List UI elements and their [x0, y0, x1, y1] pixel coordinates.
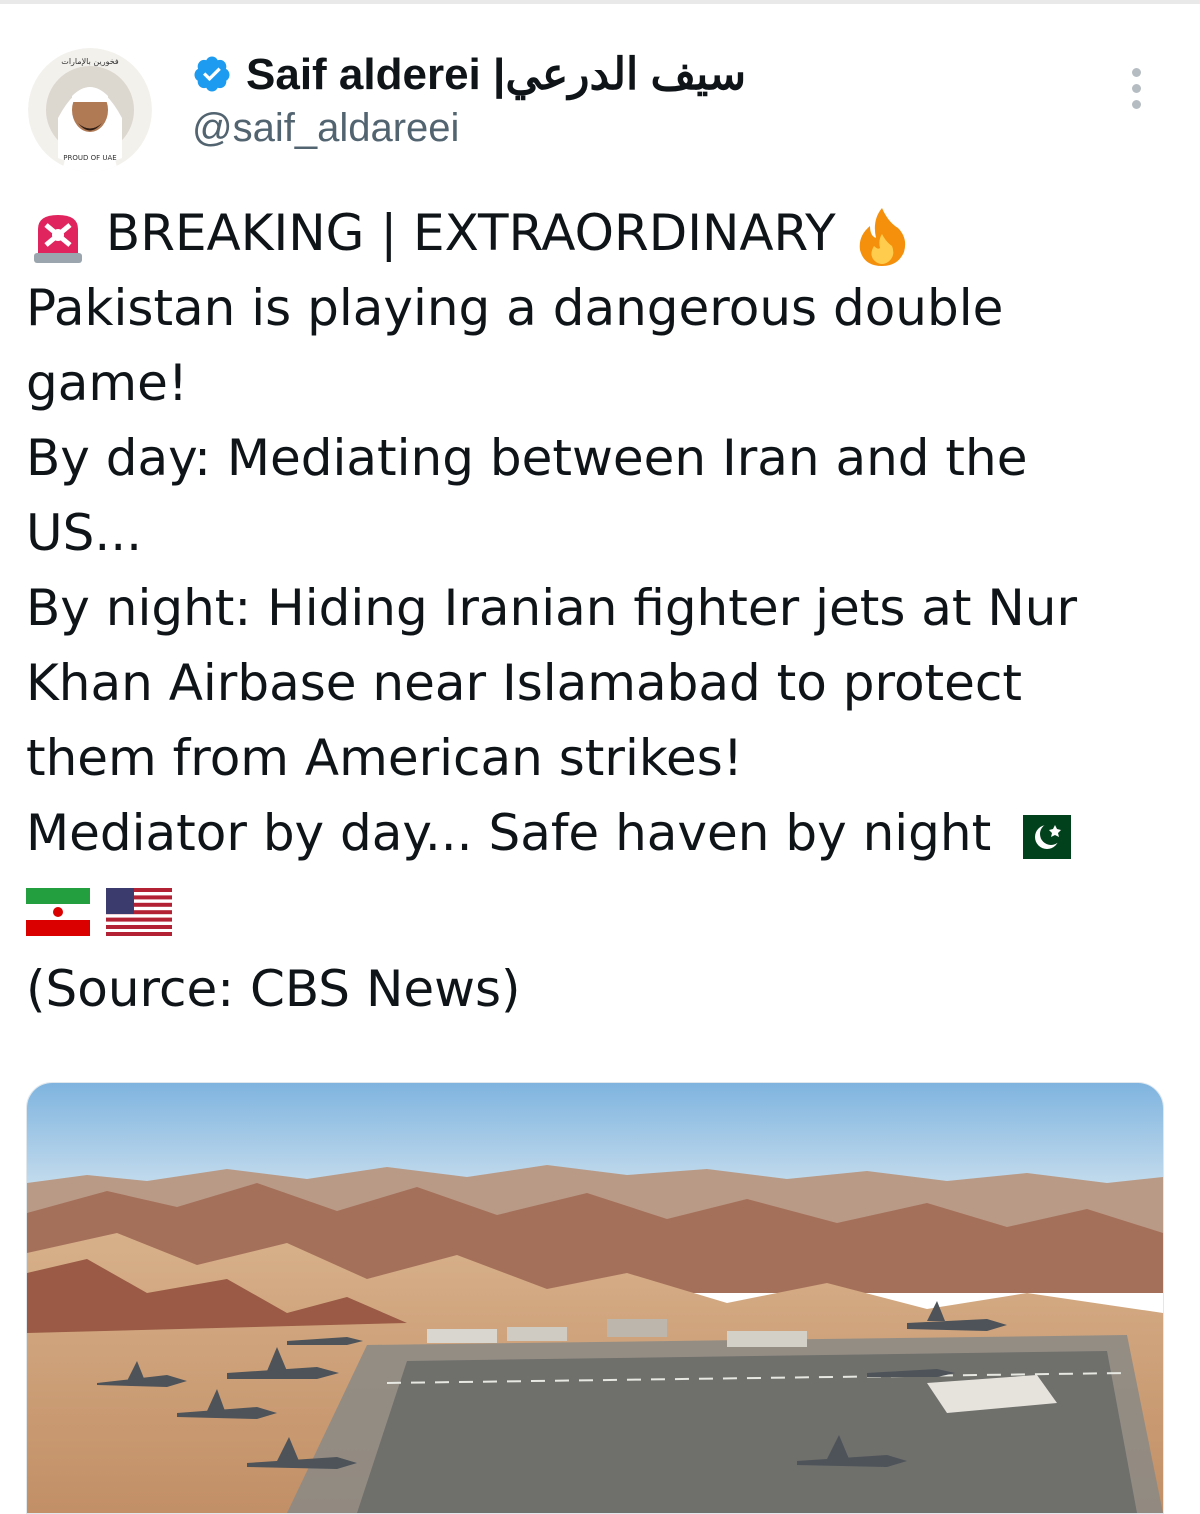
tweet-source: (Source: CBS News)	[26, 960, 521, 1018]
top-divider	[0, 0, 1200, 4]
tweet-media-image[interactable]	[26, 1082, 1164, 1514]
tweet-line: By day: Mediating between Iran and the	[26, 429, 1028, 487]
tweet-line-headline: BREAKING | EXTRAORDINARY	[26, 196, 1176, 271]
avatar-badge-bottom: PROUD OF UAE	[63, 154, 116, 162]
airbase-photo	[27, 1083, 1163, 1513]
more-dot-icon	[1131, 100, 1141, 109]
verified-badge-icon	[194, 56, 230, 92]
more-options-button[interactable]	[1118, 68, 1154, 116]
tweet-line: US...	[26, 504, 143, 562]
tweet-line: Pakistan is playing a dangerous double	[26, 279, 1004, 337]
fire-icon	[859, 207, 905, 266]
tweet-line: By night: Hiding Iranian fighter jets at…	[26, 579, 1078, 637]
author-name-row[interactable]: Saif alderei |سيف الدرعي	[192, 46, 746, 102]
tweet-line: game!	[26, 354, 188, 412]
tweet-line-mediator: Mediator by day... Safe haven by night	[26, 796, 1176, 871]
tweet-text: BREAKING | EXTRAORDINARY Pakistan is pla…	[26, 196, 1176, 946]
more-dot-icon	[1131, 68, 1141, 77]
tweet-line-flags	[26, 871, 1176, 946]
us-flag-icon	[105, 887, 172, 936]
headline-text: BREAKING | EXTRAORDINARY	[105, 204, 836, 262]
more-dot-icon	[1131, 84, 1141, 93]
rotating-light-icon	[34, 214, 82, 263]
author-display-name[interactable]: Saif alderei |سيف الدرعي	[246, 49, 746, 100]
avatar-badge-top: فخورين بالإمارات	[61, 57, 119, 67]
tweet-line: them from American strikes!	[26, 729, 743, 787]
mediator-text: Mediator by day... Safe haven by night	[26, 804, 992, 862]
author-handle[interactable]: @saif_aldareei	[192, 106, 459, 151]
pakistan-flag-icon	[1007, 814, 1072, 859]
avatar[interactable]: PROUD OF UAE فخورين بالإمارات	[28, 48, 152, 172]
tweet-line: Khan Airbase near Islamabad to protect	[26, 654, 1022, 712]
iran-flag-icon	[26, 887, 90, 936]
